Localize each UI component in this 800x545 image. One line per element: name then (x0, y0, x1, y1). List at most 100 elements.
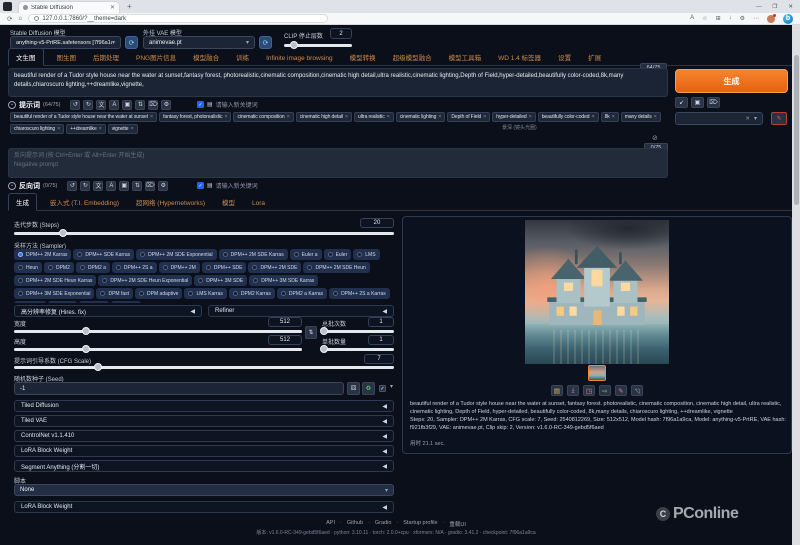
negative-tool-button[interactable]: ▣ (119, 181, 129, 191)
prompt-tag[interactable]: many details (621, 112, 661, 122)
refresh-vae-button[interactable]: ⟳ (259, 36, 272, 49)
prompt-tag[interactable]: vignette (108, 124, 138, 134)
remove-tag-icon[interactable] (99, 126, 102, 132)
steps-value[interactable]: 20 (360, 218, 394, 228)
prompt-tag[interactable]: chiaroscuro lighting (10, 124, 64, 134)
sampler-option[interactable]: PLMS (79, 301, 109, 303)
sampler-option[interactable]: DPM adaptive (135, 288, 182, 299)
sub-tab[interactable]: 超网络 (Hypernetworks) (132, 194, 209, 210)
vae-dropdown[interactable]: animevae.pt (143, 36, 255, 49)
clip-skip-value[interactable]: 2 (330, 28, 352, 39)
sampler-option[interactable]: DPM++ 3M SDE (194, 275, 247, 286)
browser-toolbar-icon[interactable]: ⊞ (716, 15, 721, 22)
prompt-tag[interactable]: cinematic composition (233, 112, 293, 122)
gallery-thumbnail[interactable] (588, 365, 606, 381)
sampler-option[interactable]: Euler (324, 249, 352, 260)
remove-tag-icon[interactable] (130, 126, 133, 132)
prompt-tag[interactable]: Depth of Field (447, 112, 490, 122)
remove-tag-icon[interactable] (224, 114, 227, 120)
batch-count-slider[interactable] (322, 330, 394, 333)
clip-skip-slider[interactable] (284, 44, 352, 47)
browser-toolbar-icon[interactable]: A (690, 15, 694, 22)
sampler-option[interactable]: DPM++ 3M SDE Exponential (14, 288, 94, 299)
sampler-option[interactable]: Euler a (290, 249, 322, 260)
main-tab[interactable]: PNG图片信息 (132, 49, 180, 65)
negative-tool-button[interactable]: ↻ (80, 181, 90, 191)
new-tab-button[interactable]: + (127, 3, 132, 11)
script-dropdown[interactable]: None (14, 484, 394, 496)
negative-tool-button[interactable]: A (106, 181, 116, 191)
height-slider[interactable] (14, 348, 302, 351)
batch-count-value[interactable]: 1 (368, 317, 394, 327)
prompt-tool-button[interactable]: ↺ (70, 100, 80, 110)
keyword-checkbox[interactable] (197, 182, 204, 189)
prompt-tool-button[interactable]: ⌦ (148, 100, 158, 110)
keyword-checkbox[interactable] (197, 101, 204, 108)
width-slider[interactable] (14, 330, 302, 333)
generate-mini-button[interactable]: ⌦ (707, 97, 720, 108)
cfg-value[interactable]: 7 (364, 354, 394, 364)
footer-link[interactable]: Startup profile (403, 520, 444, 528)
extension-accordion[interactable]: LoRA Block Weight (14, 445, 394, 457)
sampler-option[interactable]: DPM fast (96, 288, 133, 299)
sub-tab[interactable]: 模型 (218, 194, 239, 210)
styles-dropdown[interactable]: ✕ (675, 112, 763, 125)
prompt-tag[interactable]: beautiful render of a Tudor style house … (10, 112, 157, 122)
footer-link[interactable]: Gradio (375, 520, 398, 528)
main-tab[interactable]: 图生图 (53, 49, 81, 65)
extension-accordion[interactable]: Tiled VAE (14, 415, 394, 427)
cfg-slider[interactable] (14, 366, 394, 369)
sampler-option[interactable]: DPM++ 2M (159, 262, 200, 273)
prompt-tag[interactable]: ultra realistic (354, 112, 394, 122)
footer-link[interactable]: API (326, 520, 342, 528)
remove-tag-icon[interactable] (287, 114, 290, 120)
extra-seed-checkbox[interactable] (379, 385, 386, 392)
negative-tool-button[interactable]: ⚙ (158, 181, 168, 191)
sampler-option[interactable]: DPM++ 2M SDE Heun Exponential (98, 275, 192, 286)
browser-toolbar-icon[interactable]: ⋯ (753, 15, 759, 22)
swap-dimensions-button[interactable]: ⇅ (305, 326, 317, 339)
sampler-option[interactable]: DPM2 (44, 262, 74, 273)
url-field[interactable]: 127.0.0.1:7860/?__theme=dark (28, 14, 328, 23)
sampler-option[interactable]: DPM++ 2M SDE (248, 262, 301, 273)
sampler-option[interactable]: Restart (14, 301, 46, 303)
random-seed-button[interactable]: ⚄ (347, 382, 360, 395)
negative-tool-button[interactable]: ⌦ (145, 181, 155, 191)
refresh-model-button[interactable]: ⟳ (125, 36, 138, 49)
edit-styles-button[interactable]: ✎ (771, 112, 787, 125)
sampler-option[interactable]: UniPC (111, 301, 141, 303)
remove-tag-icon[interactable] (57, 126, 60, 132)
browser-toolbar-icon[interactable]: ⚙ (740, 15, 745, 22)
remove-tag-icon[interactable] (612, 114, 615, 120)
sub-tab[interactable]: 生成 (8, 193, 37, 211)
seed-input[interactable]: -1 (14, 382, 344, 395)
sampler-option[interactable]: DPM2 Karras (229, 288, 275, 299)
output-action-button[interactable]: ✎ (615, 385, 627, 396)
sampler-option[interactable]: DPM++ 2M SDE Heun (303, 262, 369, 273)
batch-size-value[interactable]: 1 (368, 335, 394, 345)
main-tab[interactable]: 扩展 (584, 49, 605, 65)
output-action-button[interactable]: ⤓ (567, 385, 579, 396)
collapse-icon[interactable] (8, 101, 16, 109)
nav-icon[interactable]: ⌂ (18, 15, 22, 23)
generate-mini-button[interactable]: ↙ (675, 97, 688, 108)
collapse-tags-icon[interactable]: ⊘ (652, 134, 658, 142)
prompt-tool-button[interactable]: ▣ (122, 100, 132, 110)
prompt-tool-button[interactable]: ↻ (83, 100, 93, 110)
sub-tab[interactable]: 嵌入式 (T.I. Embedding) (46, 194, 123, 210)
height-value[interactable]: 512 (268, 335, 302, 345)
remove-tag-icon[interactable] (591, 114, 594, 120)
sampler-option[interactable]: DPM++ 2S a Karras (329, 288, 390, 299)
hires-fix-accordion[interactable]: 高分辨率修复 (Hires. fix) (14, 305, 202, 317)
batch-size-slider[interactable] (322, 348, 394, 351)
prompt-tag[interactable]: cinematic lighting (396, 112, 446, 122)
sampler-option[interactable]: LMS Karras (184, 288, 226, 299)
collapse-icon[interactable] (8, 182, 16, 190)
extension-accordion[interactable]: ControlNet v1.1.410 (14, 430, 394, 442)
prompt-tag[interactable]: beautifully color-coded (538, 112, 599, 122)
output-action-button[interactable]: ⇨ (599, 385, 611, 396)
extension-accordion[interactable]: Tiled Diffusion (14, 400, 394, 412)
remove-tag-icon[interactable] (387, 114, 390, 120)
sampler-option[interactable]: DPM2 a Karras (277, 288, 327, 299)
prompt-tool-button[interactable]: A (109, 100, 119, 110)
